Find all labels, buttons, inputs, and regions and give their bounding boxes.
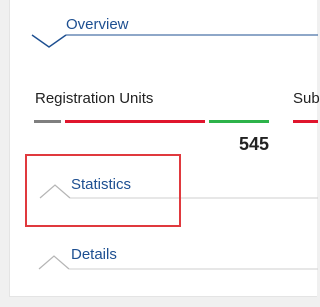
sub-status-bar-red — [293, 120, 318, 123]
details-section-header[interactable]: Details — [10, 244, 318, 284]
registration-units-count: 545 — [238, 134, 269, 154]
overview-section-header[interactable]: Overview — [10, 14, 318, 54]
details-title: Details — [71, 246, 117, 263]
statistics-highlight-box — [25, 154, 181, 227]
status-bar-green — [209, 120, 269, 123]
status-bar-neutral — [34, 120, 61, 123]
sub-card-label: Sub — [293, 90, 320, 107]
registration-units-label: Registration Units — [35, 90, 154, 107]
main-panel: Overview Registration Units 545 Sub Stat… — [9, 0, 320, 297]
chevron-up-icon — [38, 255, 318, 270]
chevron-down-icon — [31, 34, 318, 48]
status-bar-red — [65, 120, 205, 123]
overview-title: Overview — [66, 16, 129, 33]
